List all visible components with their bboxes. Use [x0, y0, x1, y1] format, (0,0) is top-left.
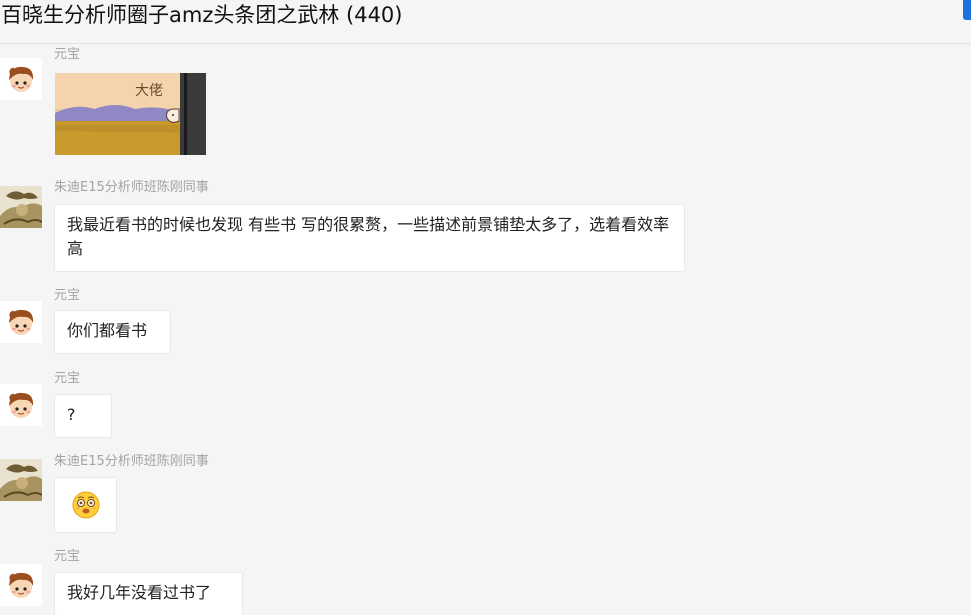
- message-bubble[interactable]: [54, 477, 117, 533]
- title-bar: 百晓生分析师圈子amz头条团之武林 (440): [0, 0, 971, 44]
- dizzy-face-emoji-icon: [72, 491, 100, 519]
- avatar-yuanbao[interactable]: [0, 564, 42, 606]
- sender-name: 元宝: [54, 288, 81, 303]
- avatar-yuanbao[interactable]: [0, 58, 42, 100]
- sender-name: 元宝: [54, 47, 81, 62]
- sender-name: 朱迪E15分析师班陈刚同事: [54, 180, 209, 195]
- sticker-image[interactable]: 大佬: [55, 73, 206, 155]
- sticker-label: 大佬: [135, 83, 163, 99]
- message-bubble[interactable]: 我好几年没看过书了: [54, 572, 243, 615]
- sender-name: 元宝: [54, 549, 81, 564]
- message-bubble[interactable]: 你们都看书: [54, 310, 171, 354]
- sender-name: 元宝: [54, 371, 81, 386]
- avatar-zhudi[interactable]: [0, 459, 42, 501]
- avatar-zhudi[interactable]: [0, 186, 42, 228]
- chat-window: 百晓生分析师圈子amz头条团之武林 (440) 元宝 大佬 朱迪E15分析师班陈…: [0, 0, 971, 615]
- chat-title: 百晓生分析师圈子amz头条团之武林 (440): [1, 3, 403, 27]
- avatar-yuanbao[interactable]: [0, 301, 42, 343]
- sender-name: 朱迪E15分析师班陈刚同事: [54, 454, 209, 469]
- message-list[interactable]: 元宝 大佬 朱迪E15分析师班陈刚同事 我最近看书的时候也发现 有些书 写的很累…: [0, 45, 971, 615]
- window-control-button[interactable]: [963, 0, 971, 20]
- message-bubble[interactable]: ?: [54, 394, 112, 438]
- message-bubble[interactable]: 我最近看书的时候也发现 有些书 写的很累赘，一些描述前景铺垫太多了，选着看效率高: [54, 204, 685, 272]
- avatar-yuanbao[interactable]: [0, 384, 42, 426]
